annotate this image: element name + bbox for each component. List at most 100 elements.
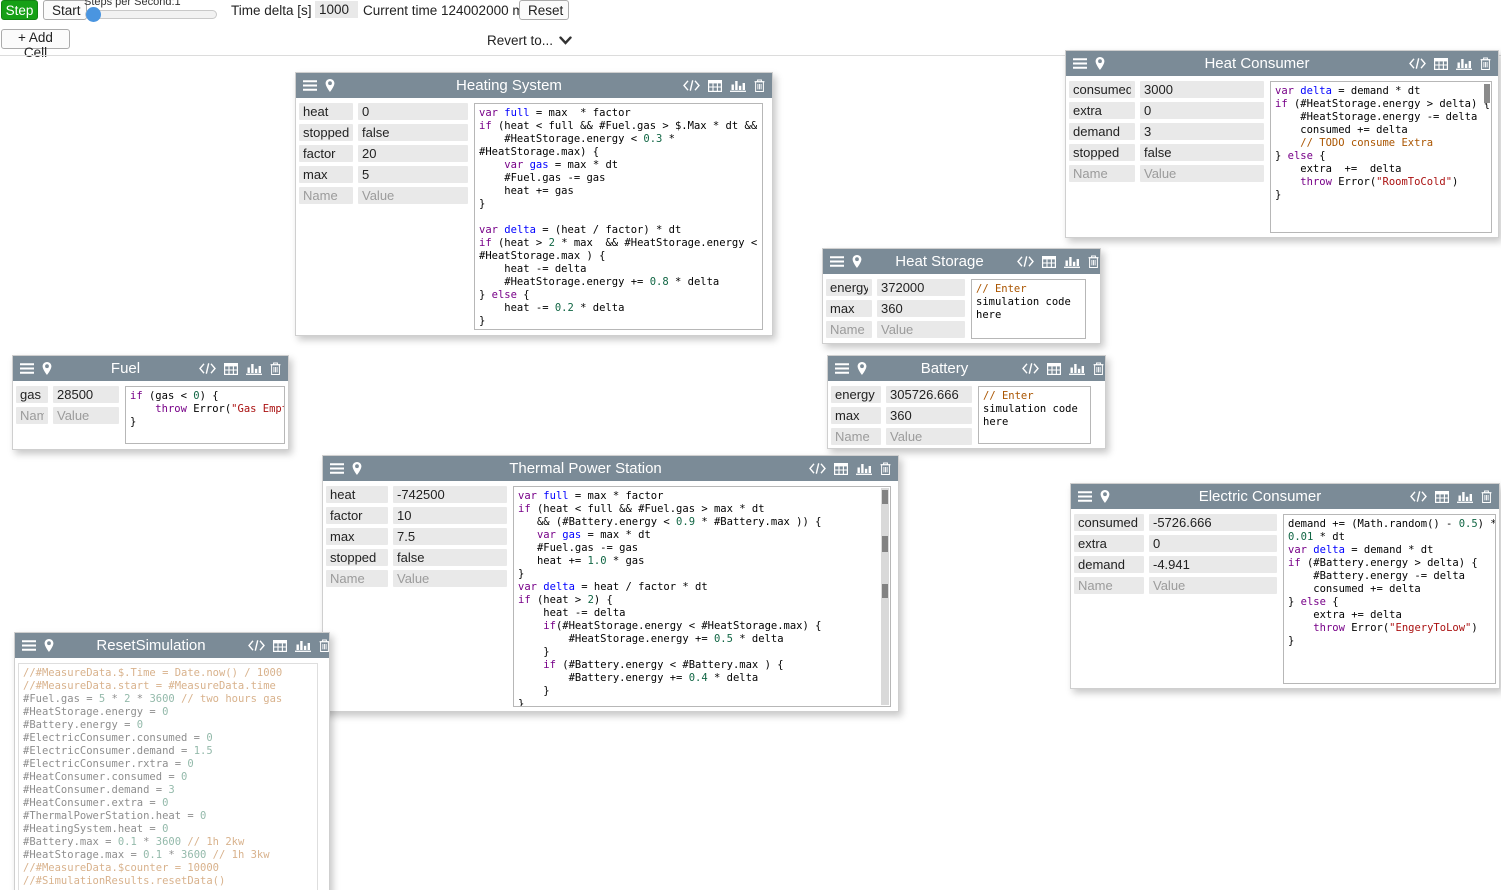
panel-header[interactable]: ResetSimulation (15, 633, 329, 658)
property-value-input[interactable] (1140, 123, 1264, 140)
property-value-input[interactable] (358, 124, 468, 141)
location-pin-icon[interactable] (44, 639, 54, 652)
property-name-input[interactable] (326, 570, 388, 587)
step-button[interactable]: Step (1, 0, 38, 20)
location-pin-icon[interactable] (857, 362, 867, 375)
property-name-input[interactable] (326, 528, 388, 545)
menu-icon[interactable] (1078, 491, 1092, 502)
property-name-input[interactable] (1074, 535, 1144, 552)
code-icon[interactable] (1022, 363, 1039, 374)
property-name-input[interactable] (1069, 144, 1135, 161)
scrollbar-thumb[interactable] (882, 490, 888, 504)
location-pin-icon[interactable] (1095, 57, 1105, 70)
code-editor[interactable]: //#MeasureData.$.Time = Date.now() / 100… (18, 663, 318, 890)
start-button[interactable]: Start (43, 0, 87, 20)
code-editor[interactable]: if (gas < 0) { throw Error("Gas Empty") … (125, 386, 285, 444)
code-editor[interactable]: var full = max * factor if (heat < full … (474, 103, 763, 330)
code-editor[interactable]: var full = max * factor if (heat < full … (513, 486, 891, 707)
location-pin-icon[interactable] (852, 255, 862, 268)
property-name-input[interactable] (326, 507, 388, 524)
steps-per-second-slider[interactable] (85, 10, 217, 19)
property-value-input[interactable] (358, 145, 468, 162)
chart-icon[interactable] (1456, 57, 1472, 70)
table-icon[interactable] (1434, 58, 1448, 70)
menu-icon[interactable] (1073, 58, 1087, 69)
trash-icon[interactable] (1481, 490, 1492, 503)
property-name-input[interactable] (826, 279, 872, 296)
trash-icon[interactable] (1093, 362, 1104, 375)
trash-icon[interactable] (270, 362, 281, 375)
trash-icon[interactable] (1480, 57, 1491, 70)
property-value-input[interactable] (1140, 81, 1264, 98)
property-value-input[interactable] (393, 507, 507, 524)
panel-header[interactable]: Fuel (13, 356, 288, 381)
property-value-input[interactable] (1140, 102, 1264, 119)
code-icon[interactable] (809, 463, 826, 474)
property-value-input[interactable] (1140, 144, 1264, 161)
menu-icon[interactable] (20, 363, 34, 374)
property-name-input[interactable] (1074, 556, 1144, 573)
chart-icon[interactable] (246, 362, 262, 375)
property-name-input[interactable] (831, 407, 881, 424)
code-icon[interactable] (199, 363, 216, 374)
add-cell-button[interactable]: + Add Cell (1, 29, 70, 49)
panel-header[interactable]: Thermal Power Station (323, 456, 898, 481)
property-name-input[interactable] (299, 103, 353, 120)
property-name-input[interactable] (299, 124, 353, 141)
code-editor[interactable]: // Enter simulation code here (978, 386, 1091, 444)
property-value-input[interactable] (53, 386, 119, 403)
location-pin-icon[interactable] (42, 362, 52, 375)
property-name-input[interactable] (16, 407, 48, 424)
table-icon[interactable] (708, 80, 722, 92)
property-name-input[interactable] (16, 386, 48, 403)
property-value-input[interactable] (886, 428, 972, 445)
menu-icon[interactable] (835, 363, 849, 374)
property-name-input[interactable] (1069, 81, 1135, 98)
property-name-input[interactable] (831, 386, 881, 403)
table-icon[interactable] (834, 463, 848, 475)
table-icon[interactable] (1435, 491, 1449, 503)
table-icon[interactable] (224, 363, 238, 375)
panel-header[interactable]: Heating System (296, 73, 772, 98)
menu-icon[interactable] (303, 80, 317, 91)
property-value-input[interactable] (393, 549, 507, 566)
code-icon[interactable] (1017, 256, 1034, 267)
scrollbar-thumb[interactable] (882, 584, 888, 598)
property-value-input[interactable] (1149, 556, 1277, 573)
property-value-input[interactable] (877, 279, 965, 296)
property-value-input[interactable] (1140, 165, 1264, 182)
slider-thumb[interactable] (86, 7, 101, 22)
chart-icon[interactable] (295, 639, 311, 652)
trash-icon[interactable] (1088, 255, 1099, 268)
chart-icon[interactable] (1457, 490, 1473, 503)
property-name-input[interactable] (326, 549, 388, 566)
property-value-input[interactable] (358, 103, 468, 120)
code-icon[interactable] (1410, 491, 1427, 502)
chart-icon[interactable] (856, 462, 872, 475)
property-value-input[interactable] (877, 300, 965, 317)
reset-button[interactable]: Reset (519, 0, 569, 20)
property-name-input[interactable] (1074, 577, 1144, 594)
code-icon[interactable] (248, 640, 265, 651)
property-name-input[interactable] (826, 321, 872, 338)
panel-header[interactable]: Electric Consumer (1071, 484, 1499, 509)
property-name-input[interactable] (326, 486, 388, 503)
property-name-input[interactable] (299, 187, 353, 204)
property-value-input[interactable] (358, 187, 468, 204)
code-icon[interactable] (683, 80, 700, 91)
chart-icon[interactable] (1064, 255, 1080, 268)
property-value-input[interactable] (1149, 577, 1277, 594)
property-name-input[interactable] (299, 166, 353, 183)
location-pin-icon[interactable] (1100, 490, 1110, 503)
scrollbar[interactable] (881, 488, 889, 705)
trash-icon[interactable] (754, 79, 765, 92)
table-icon[interactable] (1042, 256, 1056, 268)
property-value-input[interactable] (393, 570, 507, 587)
code-editor[interactable]: // Enter simulation code here (971, 279, 1086, 339)
table-icon[interactable] (1047, 363, 1061, 375)
property-value-input[interactable] (886, 386, 972, 403)
chart-icon[interactable] (1069, 362, 1085, 375)
code-icon[interactable] (1409, 58, 1426, 69)
location-pin-icon[interactable] (352, 462, 362, 475)
property-name-input[interactable] (299, 145, 353, 162)
